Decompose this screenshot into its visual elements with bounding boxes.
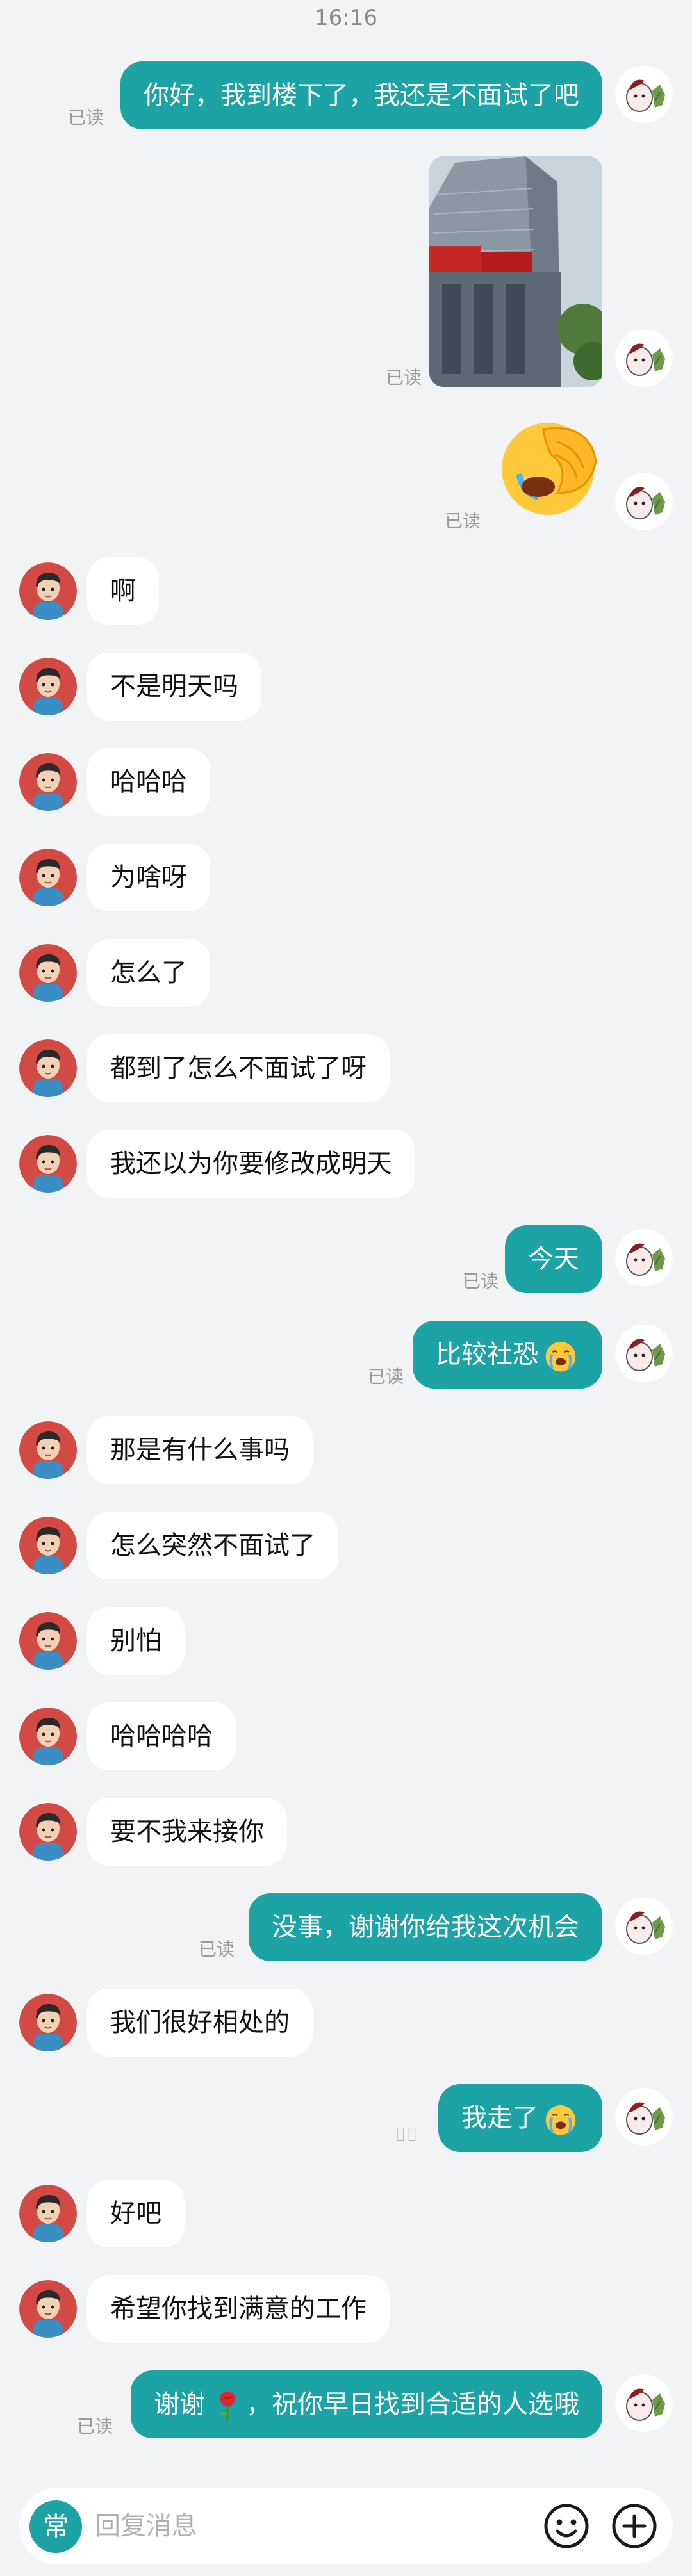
contact-avatar-icon[interactable] [19, 562, 77, 620]
read-receipt: 已读 [68, 107, 104, 128]
contact-avatar-icon[interactable] [19, 658, 77, 715]
building-photo [429, 156, 602, 387]
user-avatar-icon[interactable] [615, 65, 673, 123]
message-bubble[interactable]: 今天 [505, 1225, 602, 1293]
message-bubble[interactable]: 那是有什么事吗 [87, 1416, 313, 1484]
contact-avatar-icon[interactable] [19, 1803, 77, 1861]
message-bubble[interactable]: 哈哈哈哈 [87, 1702, 236, 1770]
message-text: ，祝你早日找到合适的人选哦 [246, 2390, 579, 2419]
status-time: 16:16 [315, 5, 377, 31]
user-avatar-icon[interactable] [615, 1325, 673, 1382]
message-bubble[interactable]: 不是明天吗 [87, 653, 261, 721]
contact-avatar-icon[interactable] [19, 1994, 77, 2051]
message-text: 我们很好相处的 [110, 2008, 290, 2037]
facepalm-emoji-icon[interactable] [493, 416, 602, 519]
read-receipt: 已读 [445, 510, 481, 532]
message-bubble[interactable]: 你好，我到楼下了，我还是不面试了吧 [120, 61, 602, 129]
message-text: 啊 [110, 576, 136, 606]
message-text: 我走了 [461, 2103, 538, 2133]
read-receipt: 已读 [199, 1939, 235, 1960]
message-bubble[interactable]: 谢谢 ，祝你早日找到合适的人选哦 [131, 2370, 602, 2438]
message-text: 怎么了 [110, 958, 187, 988]
smile-icon[interactable] [540, 2499, 593, 2553]
user-avatar-icon[interactable] [615, 2374, 673, 2432]
user-avatar-icon[interactable] [615, 2088, 673, 2146]
message-bubble[interactable]: 好吧 [87, 2180, 185, 2247]
message-bubble[interactable]: 为啥呀 [87, 844, 210, 911]
message-bubble[interactable]: 都到了怎么不面试了呀 [87, 1034, 390, 1102]
message-text: 要不我来接你 [110, 1817, 264, 1846]
message-text: 别怕 [110, 1626, 161, 1656]
message-text: 哈哈哈 [110, 767, 187, 797]
rose-emoji-icon [209, 2387, 246, 2424]
contact-avatar-icon[interactable] [19, 2185, 77, 2242]
message-bubble[interactable]: 要不我来接你 [87, 1798, 287, 1866]
message-text: 你好，我到楼下了，我还是不面试了吧 [144, 81, 579, 110]
plus-icon[interactable] [607, 2499, 661, 2553]
message-text: 那是有什么事吗 [110, 1435, 290, 1465]
message-text: 比较社恐 [436, 1340, 538, 1369]
message-bubble[interactable]: 啊 [87, 557, 159, 625]
contact-avatar-icon[interactable] [19, 1612, 77, 1670]
contact-avatar-icon[interactable] [19, 753, 77, 811]
user-avatar-icon[interactable] [615, 1897, 673, 1955]
contact-avatar-icon[interactable] [19, 1708, 77, 1765]
message-text: 我还以为你要修改成明天 [110, 1149, 392, 1178]
message-text: 希望你找到满意的工作 [110, 2294, 367, 2324]
read-receipt: 已读 [368, 1366, 404, 1387]
message-bubble[interactable]: 我还以为你要修改成明天 [87, 1130, 415, 1198]
message-text: 不是明天吗 [110, 672, 238, 701]
photo-message[interactable] [429, 156, 602, 387]
message-text: 都到了怎么不面试了呀 [110, 1054, 367, 1083]
contact-avatar-icon[interactable] [19, 1421, 77, 1479]
user-avatar-icon[interactable] [615, 329, 673, 387]
user-avatar-icon[interactable] [615, 1229, 673, 1287]
read-receipt: 已读 [77, 2416, 113, 2437]
contact-avatar-icon[interactable] [19, 1135, 77, 1193]
message-text: 为啥呀 [110, 863, 187, 892]
message-bubble[interactable]: 希望你找到满意的工作 [87, 2275, 390, 2343]
message-text: 好吧 [110, 2199, 161, 2228]
message-text: 哈哈哈哈 [110, 1722, 213, 1751]
contact-avatar-icon[interactable] [19, 1517, 77, 1574]
reply-input[interactable]: 回复消息 [95, 2488, 197, 2564]
contact-avatar-icon[interactable] [19, 1039, 77, 1097]
message-bubble[interactable]: 我走了 [438, 2084, 602, 2152]
contact-avatar-icon[interactable] [19, 944, 77, 1002]
message-bubble[interactable]: 别怕 [87, 1607, 185, 1675]
reply-input-box[interactable]: 常 回复消息 [19, 2488, 673, 2564]
crying-emoji-icon [542, 1337, 579, 1374]
message-text: 今天 [528, 1244, 579, 1274]
message-bubble[interactable]: 我们很好相处的 [87, 1989, 313, 2057]
quick-reply-button[interactable]: 常 [29, 2500, 82, 2553]
message-bubble[interactable]: 怎么了 [87, 939, 210, 1007]
input-bar: 常 回复消息 [0, 2471, 692, 2576]
user-avatar-icon[interactable] [615, 473, 673, 530]
read-receipt: 已读 [463, 1271, 499, 1292]
unread-indicator: ⌷⌷ [395, 2124, 418, 2146]
read-receipt: 已读 [386, 367, 422, 388]
crying-emoji-icon [542, 2101, 579, 2138]
message-bubble[interactable]: 哈哈哈 [87, 748, 210, 816]
message-text: 怎么突然不面试了 [110, 1531, 315, 1560]
contact-avatar-icon[interactable] [19, 849, 77, 906]
message-bubble[interactable]: 比较社恐 [413, 1321, 602, 1389]
message-text: 没事，谢谢你给我这次机会 [272, 1912, 579, 1942]
message-bubble[interactable]: 怎么突然不面试了 [87, 1512, 338, 1579]
message-bubble[interactable]: 没事，谢谢你给我这次机会 [249, 1893, 602, 1961]
contact-avatar-icon[interactable] [19, 2280, 77, 2338]
message-text: 谢谢 [154, 2390, 205, 2419]
